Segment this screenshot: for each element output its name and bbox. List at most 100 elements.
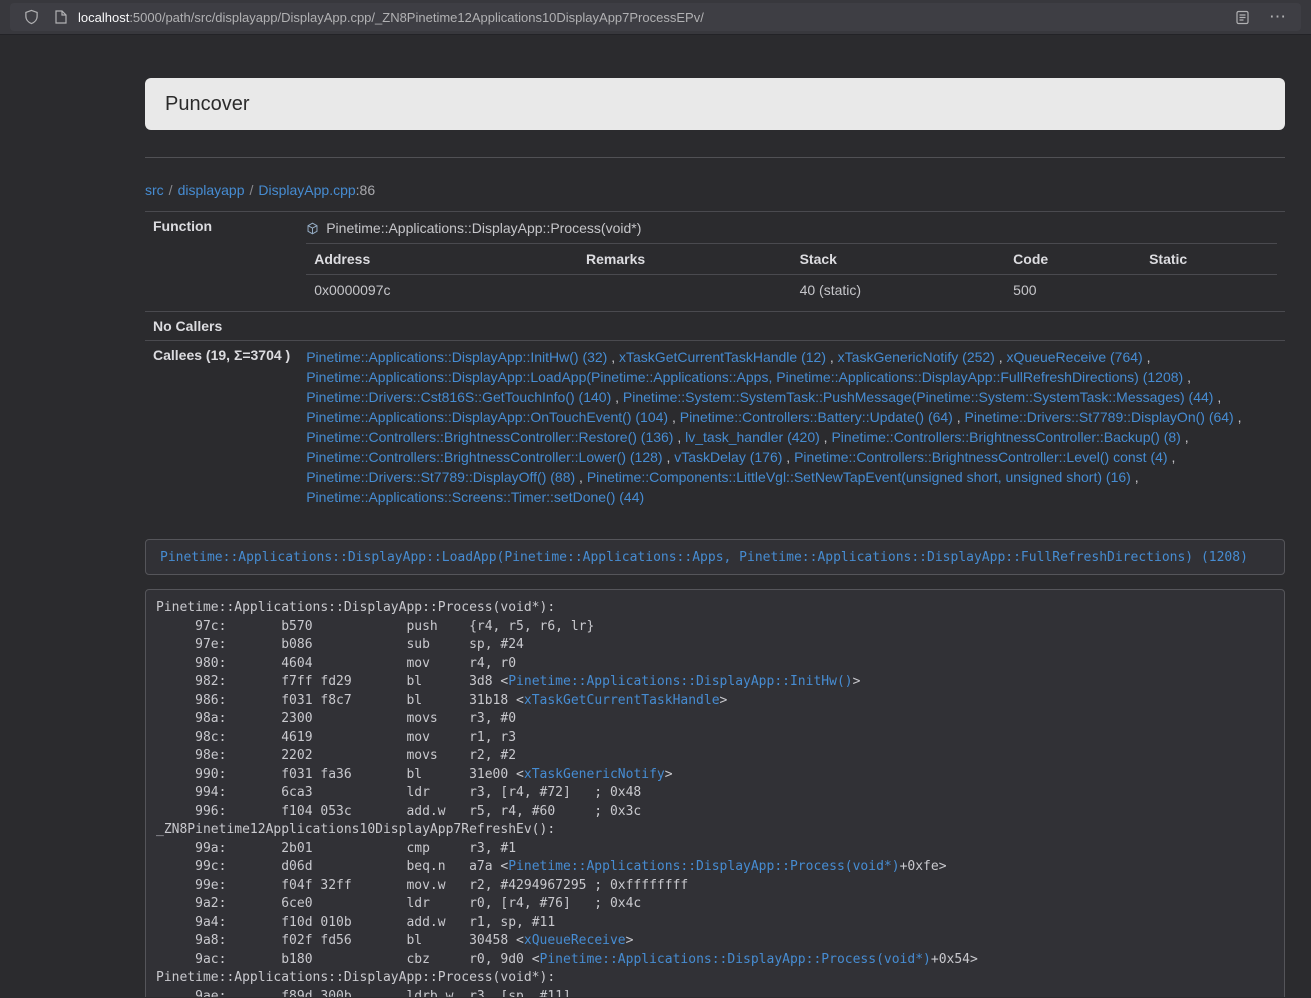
breadcrumb: src/displayapp/DisplayApp.cpp:86: [145, 180, 1285, 200]
callee-link[interactable]: Pinetime::System::SystemTask::PushMessag…: [623, 389, 1214, 405]
callee-link[interactable]: xTaskGenericNotify (252): [838, 349, 995, 365]
callee-link[interactable]: vTaskDelay (176): [674, 449, 782, 465]
code-symbol-link[interactable]: Pinetime::Applications::DisplayApp::Init…: [508, 674, 852, 689]
url-text[interactable]: localhost:5000/path/src/displayapp/Displ…: [78, 10, 1231, 25]
code-text: 9ae: f89d 300b ldrb.w r3, [sp, #11]: [156, 989, 571, 998]
function-stats-table: Address Remarks Stack Code Static 0x0000…: [306, 243, 1277, 305]
table-row-function: Function Pinetime::Applications::Display…: [145, 212, 1285, 312]
tracking-protection-shield-icon[interactable]: [20, 6, 42, 28]
function-name: Pinetime::Applications::DisplayApp::Proc…: [326, 218, 641, 238]
callee-link[interactable]: Pinetime::Applications::DisplayApp::Load…: [306, 369, 1183, 385]
code-text: +0x54>: [931, 952, 978, 967]
code-text: 9a2: 6ce0 ldr r0, [r4, #76] ; 0x4c: [156, 896, 641, 911]
function-info-table: Function Pinetime::Applications::Display…: [145, 211, 1285, 513]
code-symbol-link[interactable]: xTaskGetCurrentTaskHandle: [524, 693, 720, 708]
code-text: 98a: 2300 movs r3, #0: [156, 711, 516, 726]
no-callers-label: No Callers: [145, 312, 298, 341]
callee-separator: ,: [1234, 409, 1242, 425]
callee-separator: ,: [673, 429, 685, 445]
callee-link[interactable]: xQueueReceive (764): [1007, 349, 1143, 365]
disassembly-code: Pinetime::Applications::DisplayApp::Proc…: [145, 589, 1285, 997]
column-header-code: Code: [1005, 244, 1141, 275]
callee-separator: ,: [611, 389, 623, 405]
callee-separator: ,: [668, 409, 680, 425]
code-text: 982: f7ff fd29 bl 3d8 <: [156, 674, 508, 689]
function-row-label: Function: [145, 212, 298, 312]
code-text: >: [665, 767, 673, 782]
code-text: 9a4: f10d 010b add.w r1, sp, #11: [156, 915, 555, 930]
callee-link[interactable]: Pinetime::Controllers::BrightnessControl…: [794, 449, 1167, 465]
panel-heading-symbol-link[interactable]: Pinetime::Applications::DisplayApp::Load…: [160, 550, 1248, 565]
code-text: 97e: b086 sub sp, #24: [156, 637, 524, 652]
code-text: 99c: d06d beq.n a7a <: [156, 859, 508, 874]
cell-static: [1141, 275, 1277, 306]
callee-link[interactable]: Pinetime::Controllers::BrightnessControl…: [306, 429, 673, 445]
code-text: _ZN8Pinetime12Applications10DisplayApp7R…: [156, 822, 555, 837]
code-text: 996: f104 053c add.w r5, r4, #60 ; 0x3c: [156, 804, 641, 819]
code-text: 9ac: b180 cbz r0, 9d0 <: [156, 952, 540, 967]
code-text: 990: f031 fa36 bl 31e00 <: [156, 767, 524, 782]
breadcrumb-link-file[interactable]: DisplayApp.cpp: [258, 182, 355, 198]
code-symbol-link[interactable]: xQueueReceive: [524, 933, 626, 948]
callee-separator: ,: [1213, 389, 1221, 405]
callee-separator: ,: [1131, 469, 1139, 485]
code-text: 98e: 2202 movs r2, #2: [156, 748, 516, 763]
callee-separator: ,: [826, 349, 838, 365]
cell-remarks: [578, 275, 792, 306]
reader-mode-icon[interactable]: [1231, 6, 1253, 28]
code-text: Pinetime::Applications::DisplayApp::Proc…: [156, 970, 555, 985]
callee-separator: ,: [995, 349, 1007, 365]
callee-link[interactable]: Pinetime::Applications::Screens::Timer::…: [306, 489, 644, 505]
breadcrumb-link-src[interactable]: src: [145, 182, 164, 198]
callee-link[interactable]: Pinetime::Drivers::St7789::DisplayOn() (…: [965, 409, 1234, 425]
code-text: 980: 4604 mov r4, r0: [156, 656, 516, 671]
callee-link[interactable]: Pinetime::Controllers::BrightnessControl…: [831, 429, 1180, 445]
callee-link[interactable]: lv_task_handler (420): [685, 429, 820, 445]
callee-separator: ,: [1143, 349, 1151, 365]
breadcrumb-separator: /: [169, 182, 173, 198]
callee-link[interactable]: Pinetime::Applications::DisplayApp::OnTo…: [306, 409, 668, 425]
callee-separator: ,: [607, 349, 619, 365]
column-header-static: Static: [1141, 244, 1277, 275]
main-container: Puncover src/displayapp/DisplayApp.cpp:8…: [145, 35, 1285, 997]
breadcrumb-link-displayapp[interactable]: displayapp: [178, 182, 245, 198]
callee-separator: ,: [1168, 449, 1176, 465]
callee-link[interactable]: Pinetime::Components::LittleVgl::SetNewT…: [587, 469, 1131, 485]
page-title: Puncover: [165, 93, 1265, 115]
callee-link[interactable]: Pinetime::Drivers::Cst816S::GetTouchInfo…: [306, 389, 611, 405]
callees-label: Callees (19, Σ=3704 ): [145, 341, 298, 514]
code-symbol-link[interactable]: Pinetime::Applications::DisplayApp::Proc…: [540, 952, 931, 967]
url-path: :5000/path/src/displayapp/DisplayApp.cpp…: [129, 10, 704, 25]
browser-toolbar: localhost:5000/path/src/displayapp/Displ…: [0, 0, 1311, 35]
stats-header-row: Address Remarks Stack Code Static: [306, 244, 1277, 275]
cell-address: 0x0000097c: [306, 275, 578, 306]
callee-link[interactable]: xTaskGetCurrentTaskHandle (12): [619, 349, 826, 365]
column-header-remarks: Remarks: [578, 244, 792, 275]
function-line: Pinetime::Applications::DisplayApp::Proc…: [306, 218, 1277, 238]
code-text: 994: 6ca3 ldr r3, [r4, #72] ; 0x48: [156, 785, 641, 800]
code-text: 99a: 2b01 cmp r3, #1: [156, 841, 516, 856]
callee-link[interactable]: Pinetime::Drivers::St7789::DisplayOff() …: [306, 469, 575, 485]
url-bar[interactable]: localhost:5000/path/src/displayapp/Displ…: [10, 3, 1301, 31]
breadcrumb-separator: /: [250, 182, 254, 198]
code-symbol-link[interactable]: xTaskGenericNotify: [524, 767, 665, 782]
code-text: 97c: b570 push {r4, r5, r6, lr}: [156, 619, 594, 634]
callee-link[interactable]: Pinetime::Controllers::Battery::Update()…: [680, 409, 953, 425]
divider: [145, 157, 1285, 158]
callee-link[interactable]: Pinetime::Controllers::BrightnessControl…: [306, 449, 662, 465]
code-text: >: [720, 693, 728, 708]
callees-cell: Pinetime::Applications::DisplayApp::Init…: [298, 341, 1285, 514]
function-cube-icon: [306, 222, 319, 235]
site-identity-page-icon[interactable]: [50, 6, 72, 28]
page-content: Puncover src/displayapp/DisplayApp.cpp:8…: [0, 35, 1311, 997]
stats-value-row: 0x0000097c 40 (static) 500: [306, 275, 1277, 306]
callee-link[interactable]: Pinetime::Applications::DisplayApp::Init…: [306, 349, 607, 365]
code-text: >: [853, 674, 861, 689]
breadcrumb-line-number: :86: [356, 182, 375, 198]
code-text: 98c: 4619 mov r1, r3: [156, 730, 516, 745]
page-actions-menu-icon[interactable]: ⋯: [1265, 3, 1291, 31]
code-symbol-link[interactable]: Pinetime::Applications::DisplayApp::Proc…: [508, 859, 899, 874]
table-row-callees: Callees (19, Σ=3704 ) Pinetime::Applicat…: [145, 341, 1285, 514]
callee-separator: ,: [663, 449, 675, 465]
app-header-panel: Puncover: [145, 78, 1285, 130]
